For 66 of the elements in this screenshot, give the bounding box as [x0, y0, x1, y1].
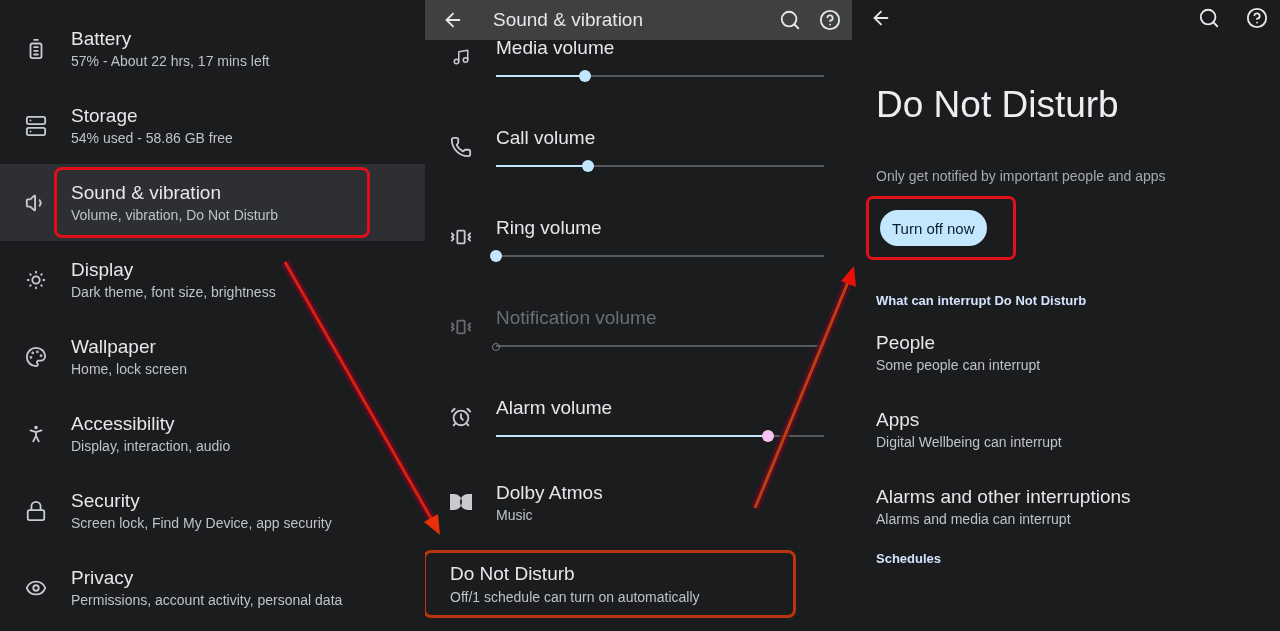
search-button[interactable] [779, 9, 801, 31]
palette-icon [24, 345, 47, 368]
settings-item[interactable]: Dolby Atmos Music [425, 462, 852, 542]
item-title: Alarms and other interruptions [876, 486, 1132, 508]
brightness-icon [24, 268, 47, 291]
item-subtitle: Some people can interrupt [876, 357, 1042, 373]
item-subtitle: 54% used - 58.86 GB free [71, 130, 233, 146]
item-subtitle: Permissions, account activity, personal data [71, 592, 343, 608]
settings-item[interactable]: Sound & vibration Volume, vibration, Do Not Disturb [0, 164, 425, 241]
section-header: What can interrupt Do Not Disturb [876, 293, 1088, 308]
item-subtitle: Volume, vibration, Do Not Disturb [71, 207, 279, 223]
item-title: Storage [71, 105, 139, 127]
section-header: Schedules [876, 551, 943, 566]
alarm-clock-icon [449, 406, 472, 428]
item-title: Sound & vibration [71, 182, 222, 204]
item-title: Privacy [71, 567, 135, 589]
slider-thumb[interactable] [578, 70, 591, 82]
item-title: Wallpaper [71, 336, 157, 358]
settings-item[interactable]: Security Screen lock, Find My Device, app security [0, 472, 425, 549]
slider-thumb[interactable] [581, 160, 594, 172]
item-subtitle: Alarms and media can interrupt [876, 511, 1072, 527]
music-note-icon [451, 48, 470, 66]
settings-item[interactable]: Storage 54% used - 58.86 GB free [0, 87, 425, 164]
settings-item[interactable]: Do Not Disturb Off/1 schedule can turn on automatically [425, 550, 796, 618]
lock-icon [24, 499, 47, 522]
help-button[interactable] [1246, 7, 1268, 29]
item-subtitle: Home, lock screen [71, 361, 187, 377]
item-title: Security [71, 490, 141, 512]
slider-thumb[interactable] [762, 430, 775, 442]
turn-off-button[interactable]: Turn off now [880, 210, 987, 246]
item-subtitle: 57% - About 22 hrs, 17 mins left [71, 53, 270, 69]
item-title: Dolby Atmos [496, 481, 603, 504]
slider-thumb[interactable] [490, 250, 502, 262]
item-subtitle: Screen lock, Find My Device, app security [71, 515, 332, 531]
settings-item[interactable]: Apps Digital Wellbeing can interrupt [852, 391, 1280, 468]
phone-icon [449, 136, 472, 158]
item-title: Display [71, 259, 135, 281]
slider-label: Media volume [496, 37, 616, 59]
item-title: Battery [71, 28, 133, 50]
storage-icon [24, 114, 47, 137]
dolby-icon [449, 494, 472, 510]
item-subtitle: Display, interaction, audio [71, 438, 231, 454]
item-subtitle: Music [496, 506, 534, 523]
slider-label: Alarm volume [496, 397, 614, 419]
slider-label: Notification volume [496, 307, 658, 329]
settings-item[interactable]: Wallpaper Home, lock screen [0, 318, 425, 395]
settings-item[interactable]: Accessibility Display, interaction, audio [0, 395, 425, 472]
settings-item[interactable]: Privacy Permissions, account activity, personal data [0, 549, 425, 626]
item-subtitle: Off/1 schedule can turn on automatically [450, 589, 701, 605]
screen-title: Sound & vibration [493, 9, 644, 31]
description-text: Only get notified by important people and apps [876, 168, 1167, 184]
page-title: Do Not Disturb [876, 84, 1120, 126]
settings-item[interactable]: Alarms and other interruptions Alarms and media can interrupt [852, 468, 1280, 545]
help-button[interactable] [819, 9, 841, 31]
settings-item[interactable]: Battery 57% - About 22 hrs, 17 mins left [0, 10, 425, 87]
item-subtitle: Digital Wellbeing can interrupt [876, 434, 1063, 450]
slider-label: Ring volume [496, 217, 603, 239]
item-title: People [876, 332, 937, 354]
search-button[interactable] [1198, 7, 1220, 29]
slider-label: Call volume [496, 127, 597, 149]
item-subtitle: Dark theme, font size, brightness [71, 284, 276, 300]
settings-item[interactable]: People Some people can interrupt [852, 314, 1280, 391]
item-title: Accessibility [71, 413, 176, 435]
item-title: Do Not Disturb [450, 563, 576, 585]
settings-item[interactable]: Display Dark theme, font size, brightness [0, 241, 425, 318]
item-title: Apps [876, 409, 921, 431]
